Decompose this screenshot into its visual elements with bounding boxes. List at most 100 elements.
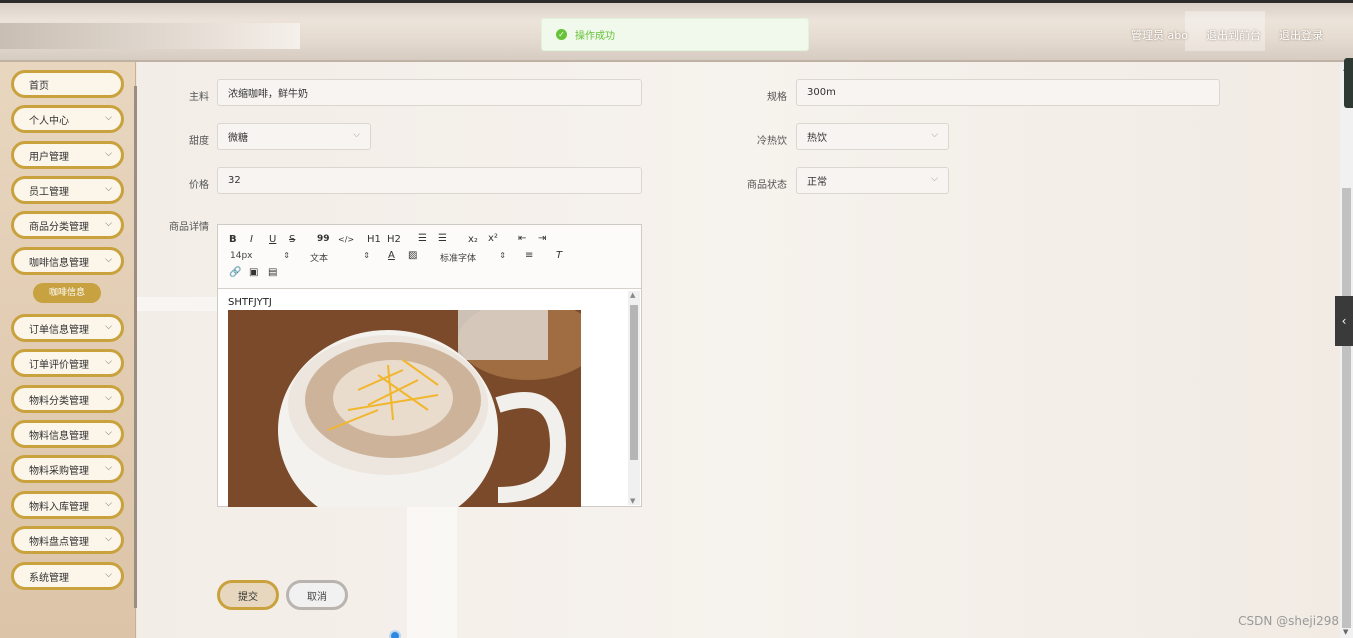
ingredients-label: 主料 <box>189 92 209 103</box>
scroll-down-icon[interactable]: ▼ <box>630 497 635 505</box>
coffee-image <box>228 310 581 507</box>
h2-button[interactable]: H2 <box>387 234 401 245</box>
sidebar-item-system-mgmt[interactable]: 系统管理 ⌵ <box>11 562 124 590</box>
toast-message: 操作成功 <box>575 31 615 42</box>
sidebar-subitem-coffee-info[interactable]: 咖啡信息 <box>33 283 101 303</box>
chevron-down-icon: ⌵ <box>105 255 112 265</box>
ingredients-input[interactable]: 浓缩咖啡，鲜牛奶 <box>217 79 642 106</box>
watermark: CSDN @sheji298 <box>1238 614 1339 628</box>
chevron-down-icon: ⌵ <box>105 184 112 194</box>
page-scrollbar[interactable]: ▲ ▼ <box>1340 62 1353 638</box>
text-type-value: 文本 <box>310 254 329 264</box>
sidebar-item-coffee-mgmt[interactable]: 咖啡信息管理 ⌵ <box>11 247 124 275</box>
link-icon[interactable]: 🔗 <box>229 267 241 278</box>
chevron-down-icon: ⌵ <box>105 113 112 123</box>
sidebar-item-user-mgmt[interactable]: 用户管理 ⌵ <box>11 141 124 169</box>
chevron-down-icon: ⌵ <box>931 130 938 140</box>
video-icon[interactable]: ▤ <box>268 267 277 278</box>
chevron-down-icon: ⌵ <box>105 149 112 159</box>
back-to-front-link[interactable]: 退出到前台 <box>1206 27 1261 43</box>
logout-link[interactable]: 退出登录 <box>1279 27 1323 43</box>
sidebar-item-order-mgmt[interactable]: 订单信息管理 ⌵ <box>11 314 124 342</box>
sidebar-item-label: 物料采购管理 <box>29 465 89 477</box>
sidebar-item-category-mgmt[interactable]: 商品分类管理 ⌵ <box>11 211 124 239</box>
chevron-left-icon: ‹ <box>1341 314 1347 328</box>
spec-label: 规格 <box>767 92 787 103</box>
superscript-button[interactable]: x² <box>488 233 498 244</box>
chevron-updown-icon: ⇕ <box>363 251 370 260</box>
submit-button[interactable]: 提交 <box>217 580 279 610</box>
sidebar-item-material-category[interactable]: 物料分类管理 ⌵ <box>11 385 124 413</box>
font-color-icon[interactable]: A <box>388 250 395 261</box>
sidebar-item-label: 首页 <box>29 80 49 92</box>
temperature-select[interactable]: 热饮 ⌵ <box>796 123 949 150</box>
chevron-down-icon: ⌵ <box>105 428 112 438</box>
top-links: 管理员 abo 退出到前台 退出登录 <box>1131 27 1323 43</box>
sweetness-select[interactable]: 微糖 ⌵ <box>217 123 371 150</box>
align-icon[interactable]: ≡ <box>525 250 533 261</box>
sidebar-item-label: 用户管理 <box>29 151 69 163</box>
image-icon[interactable]: ▣ <box>249 267 258 278</box>
spec-input[interactable]: 300m <box>796 79 1220 106</box>
price-input[interactable]: 32 <box>217 167 642 194</box>
sidebar-item-home[interactable]: 首页 <box>11 70 124 98</box>
status-label: 商品状态 <box>747 180 787 191</box>
success-toast: ✓ 操作成功 <box>541 18 809 51</box>
chevron-down-icon: ⌵ <box>105 357 112 367</box>
status-select[interactable]: 正常 ⌵ <box>796 167 949 194</box>
editor-content[interactable]: SHTFJYTJ ▲ ▼ <box>218 289 641 507</box>
sidebar-item-material-stock-in[interactable]: 物料入库管理 ⌵ <box>11 491 124 519</box>
sweetness-label: 甜度 <box>189 136 209 147</box>
strike-button[interactable]: S <box>289 234 295 245</box>
underline-button[interactable]: U <box>269 234 276 245</box>
sidebar-item-material-purchase[interactable]: 物料采购管理 ⌵ <box>11 455 124 483</box>
price-label: 价格 <box>189 180 209 191</box>
text-type-select[interactable]: 文本 ⇕ <box>310 251 370 264</box>
main-content: 主料 浓缩咖啡，鲜牛奶 规格 300m 甜度 微糖 ⌵ 冷热饮 热饮 ⌵ 价格 … <box>137 62 1340 638</box>
subscript-button[interactable]: x₂ <box>468 234 478 245</box>
code-button[interactable]: </> <box>338 235 354 244</box>
bold-button[interactable]: B <box>229 234 237 245</box>
italic-button[interactable]: I <box>250 234 253 245</box>
bullet-list-icon[interactable]: ☰ <box>438 233 447 244</box>
side-panel-toggle[interactable]: ‹ <box>1335 296 1353 346</box>
chevron-down-icon: ⌵ <box>105 570 112 580</box>
scroll-down-icon[interactable]: ▼ <box>1343 628 1348 636</box>
sidebar-item-material-inventory[interactable]: 物料盘点管理 ⌵ <box>11 526 124 554</box>
editor-scrollbar-thumb[interactable] <box>630 305 638 460</box>
font-family-select[interactable]: 标准字体 ⇕ <box>440 251 506 264</box>
quote-button[interactable]: 99 <box>317 234 330 244</box>
sidebar-item-label: 商品分类管理 <box>29 221 89 233</box>
editor-toolbar: B I U S 99 </> H1 H2 ☰ ☰ x₂ x² ⇤ ⇥ 14px ⇕… <box>218 225 641 289</box>
sidebar-item-staff-mgmt[interactable]: 员工管理 ⌵ <box>11 176 124 204</box>
sidebar: 首页 个人中心 ⌵ 用户管理 ⌵ 员工管理 ⌵ 商品分类管理 ⌵ 咖啡信息管理 ⌵ 咖啡信… <box>0 62 136 638</box>
editor-scrollbar[interactable]: ▲ ▼ <box>628 291 640 505</box>
chevron-down-icon: ⌵ <box>931 174 938 184</box>
indent-icon[interactable]: ⇥ <box>538 233 546 244</box>
chevron-down-icon: ⌵ <box>105 219 112 229</box>
rich-text-editor[interactable]: B I U S 99 </> H1 H2 ☰ ☰ x₂ x² ⇤ ⇥ 14px ⇕… <box>217 224 642 507</box>
chevron-down-icon: ⌵ <box>353 130 360 140</box>
sidebar-item-label: 物料盘点管理 <box>29 536 89 548</box>
sidebar-item-label: 系统管理 <box>29 572 69 584</box>
sidebar-item-material-info[interactable]: 物料信息管理 ⌵ <box>11 420 124 448</box>
sidebar-item-label: 员工管理 <box>29 186 69 198</box>
chevron-down-icon: ⌵ <box>105 322 112 332</box>
floating-dot[interactable] <box>389 630 401 638</box>
sidebar-item-label: 物料信息管理 <box>29 430 89 442</box>
sidebar-item-personal-center[interactable]: 个人中心 ⌵ <box>11 105 124 133</box>
edge-widget[interactable] <box>1344 58 1353 108</box>
cancel-button[interactable]: 取消 <box>286 580 348 610</box>
chevron-down-icon: ⌵ <box>105 534 112 544</box>
page-scrollbar-thumb[interactable] <box>1342 188 1351 628</box>
clear-format-icon[interactable]: T <box>556 250 562 261</box>
status-value: 正常 <box>807 177 827 188</box>
outdent-icon[interactable]: ⇤ <box>518 233 526 244</box>
background-color-icon[interactable]: ▨ <box>408 250 417 261</box>
sidebar-item-review-mgmt[interactable]: 订单评价管理 ⌵ <box>11 349 124 377</box>
h1-button[interactable]: H1 <box>367 234 381 245</box>
scroll-up-icon[interactable]: ▲ <box>630 291 635 299</box>
ordered-list-icon[interactable]: ☰ <box>418 233 427 244</box>
chevron-updown-icon: ⇕ <box>499 251 506 260</box>
font-size-select[interactable]: 14px ⇕ <box>230 251 290 261</box>
